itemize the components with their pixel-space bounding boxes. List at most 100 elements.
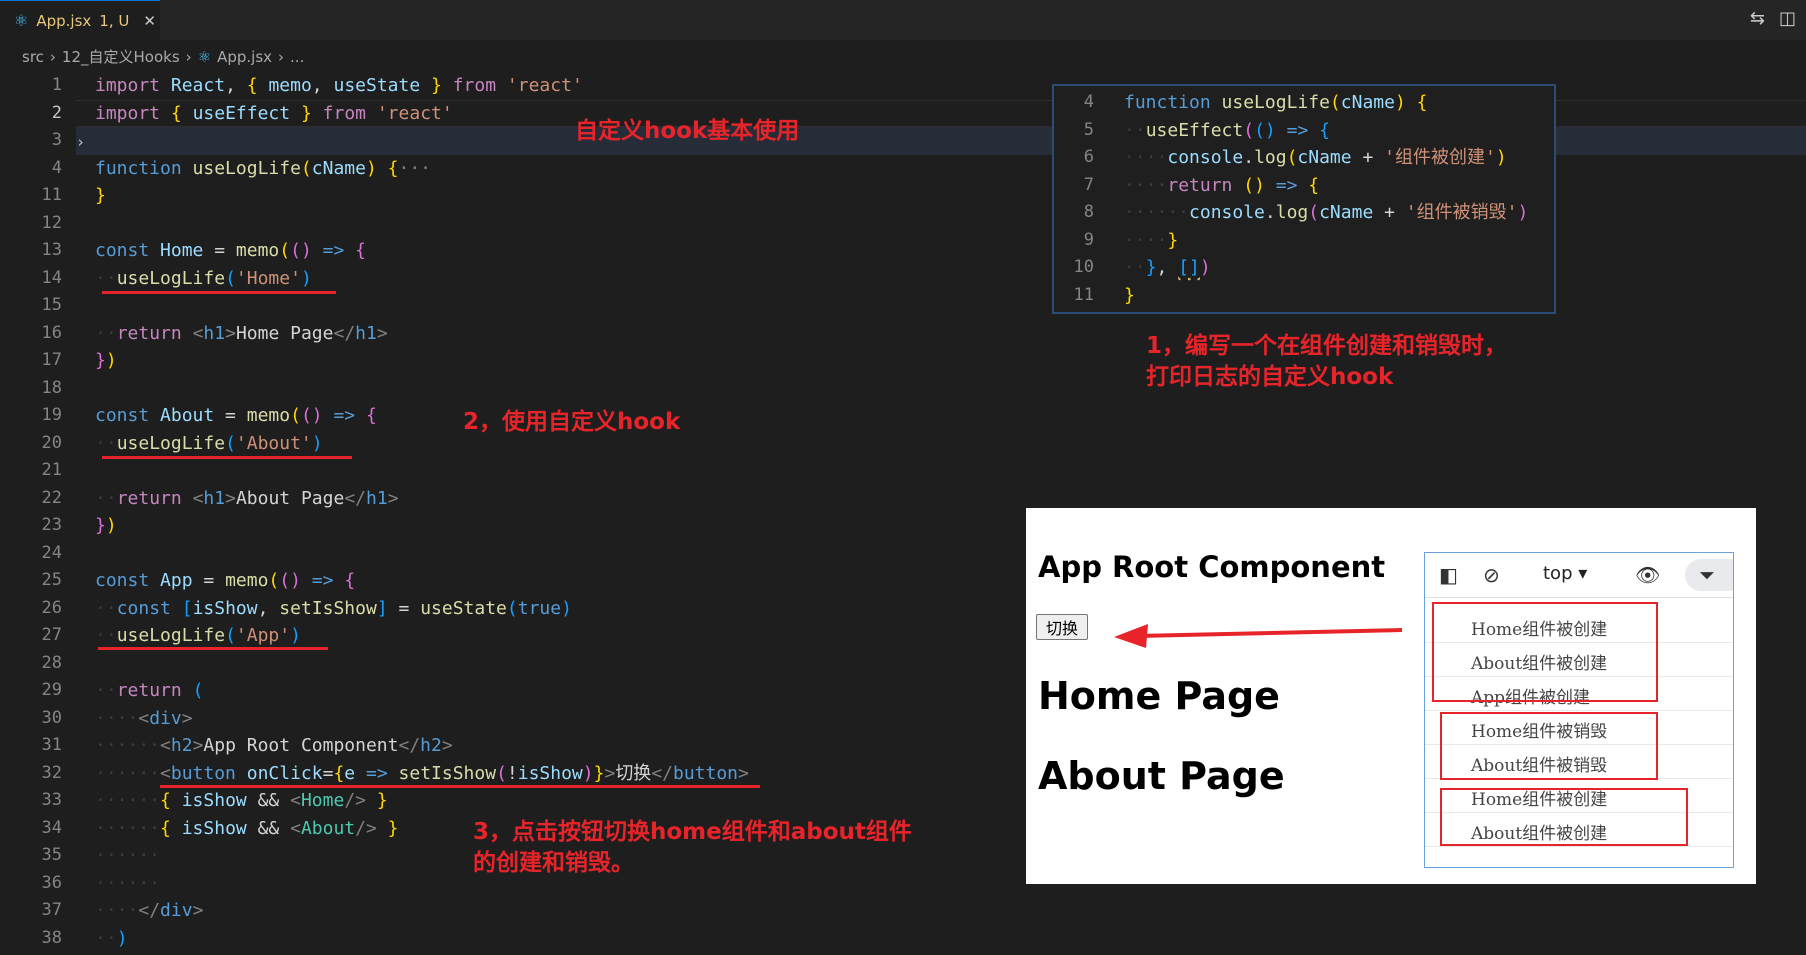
code-line: ····console.log(cName + '组件被创建') bbox=[1124, 147, 1507, 168]
line-number: 36 bbox=[41, 872, 62, 893]
breadcrumb-folder[interactable]: 12_自定义Hooks bbox=[62, 46, 180, 67]
code-preview-popup: 4 5 6 7 8 9 10 11 function useLogLife(cName) { … bbox=[1052, 84, 1556, 314]
filter-button[interactable]: ⏷ bbox=[1685, 559, 1733, 591]
line-number: 23 bbox=[41, 515, 62, 535]
annotation-step2: 2，使用自定义hook bbox=[463, 409, 681, 435]
line-number: 18 bbox=[41, 377, 62, 398]
annotation-underline bbox=[102, 456, 352, 459]
code-line: ··}, []) bbox=[1124, 257, 1211, 278]
line-number: 17 bbox=[41, 350, 62, 370]
code-line: ····return () => { bbox=[1124, 174, 1320, 196]
line-number: 33 bbox=[41, 790, 62, 810]
code-line: const About = memo(() => { bbox=[95, 405, 377, 426]
code-line: ··return <h1>Home Page</h1> bbox=[95, 322, 388, 344]
code-line: const App = memo(() => { bbox=[95, 570, 356, 591]
sidebar-toggle-icon[interactable]: ◧ bbox=[1439, 563, 1458, 587]
annotation-box bbox=[1440, 712, 1658, 780]
split-editor-icon[interactable]: ◫ bbox=[1779, 8, 1796, 29]
line-number: 7 bbox=[1083, 174, 1094, 195]
line-number: 34 bbox=[41, 817, 62, 838]
tab-app-jsx[interactable]: ⚛ App.jsx 1, U ✕ bbox=[0, 0, 160, 40]
line-number: 11 bbox=[1073, 284, 1094, 305]
code-line: ······{ isShow && <Home/> } bbox=[95, 790, 388, 811]
code-line: import React, { memo, useState } from 'r… bbox=[95, 75, 583, 96]
line-number: 31 bbox=[41, 735, 62, 755]
line-number: 29 bbox=[41, 680, 62, 700]
code-line: } bbox=[1124, 284, 1135, 306]
line-number: 19 bbox=[41, 405, 62, 425]
line-number: 15 bbox=[41, 295, 62, 315]
clear-console-icon[interactable]: ⊘ bbox=[1483, 563, 1500, 587]
code-line: ······console.log(cName + '组件被销毁') bbox=[1124, 202, 1529, 223]
annotation-underline bbox=[98, 647, 328, 650]
line-number: 9 bbox=[1083, 229, 1094, 250]
code-line: ······ bbox=[95, 872, 161, 894]
code-line: ····</div> bbox=[95, 900, 204, 921]
code-line: ··useLogLife('Home') bbox=[95, 267, 312, 289]
line-number: 21 bbox=[41, 460, 62, 480]
tab-filename: App.jsx bbox=[36, 11, 92, 30]
line-number: 30 bbox=[41, 707, 62, 728]
code-line: ······<button onClick={e => setIsShow(!i… bbox=[95, 762, 749, 784]
annotation-box bbox=[1440, 788, 1688, 846]
code-line: const Home = memo(() => { bbox=[95, 240, 367, 261]
annotation-step1-line2: 打印日志的自定义hook bbox=[1146, 364, 1394, 390]
chevron-right-icon: › bbox=[278, 47, 285, 66]
code-line: ··useLogLife('About') bbox=[95, 432, 323, 454]
code-line: ······ bbox=[95, 845, 161, 866]
breadcrumb: src › 12_自定义Hooks › ⚛ App.jsx › ... bbox=[22, 46, 304, 67]
about-page-heading: About Page bbox=[1038, 754, 1285, 798]
line-number: 28 bbox=[41, 652, 62, 673]
annotation-step3-line2: 的创建和销毁。 bbox=[473, 850, 634, 876]
annotation-step3-line1: 3，点击按钮切换home组件和about组件 bbox=[473, 819, 912, 845]
code-line: ······<h2>App Root Component</h2> bbox=[95, 735, 453, 756]
line-number: 20 bbox=[41, 432, 62, 453]
code-line: function useLogLife(cName) {··· bbox=[95, 157, 431, 179]
compare-changes-icon[interactable]: ⇆ bbox=[1750, 8, 1765, 29]
line-number: 12 bbox=[41, 212, 62, 233]
annotation-box bbox=[1432, 602, 1658, 702]
code-line: }) bbox=[95, 515, 117, 536]
line-number: 27 bbox=[41, 625, 62, 645]
annotation-title: 自定义hook基本使用 bbox=[575, 118, 800, 144]
line-number: 10 bbox=[1073, 257, 1094, 277]
console-toolbar: ◧ ⊘ top ▾ 👁 ⏷ bbox=[1425, 553, 1733, 598]
code-line: ··return ( bbox=[95, 680, 204, 701]
line-number: 3 bbox=[51, 130, 62, 150]
toggle-button[interactable]: 切换 bbox=[1036, 614, 1088, 640]
tab-status: 1, U bbox=[99, 11, 130, 30]
eye-icon[interactable]: 👁 bbox=[1635, 563, 1660, 587]
breadcrumb-src[interactable]: src bbox=[22, 48, 44, 66]
code-line: ······{ isShow && <About/> } bbox=[95, 817, 399, 839]
line-number: 37 bbox=[41, 900, 62, 920]
code-line: }) bbox=[95, 350, 117, 371]
tab-bar: ⚛ App.jsx 1, U ✕ ⇆ ◫ bbox=[0, 0, 1806, 40]
close-icon[interactable]: ✕ bbox=[143, 12, 156, 30]
code-line: } bbox=[95, 185, 106, 206]
annotation-arrow bbox=[1114, 624, 1403, 648]
react-icon: ⚛ bbox=[14, 11, 29, 30]
annotation-underline bbox=[160, 785, 760, 788]
code-line: ····<div> bbox=[95, 707, 193, 729]
code-line: ··useLogLife('App') bbox=[95, 625, 301, 646]
line-number: 5 bbox=[1083, 119, 1094, 140]
line-number: 4 bbox=[1083, 92, 1094, 112]
chevron-right-icon[interactable]: › bbox=[76, 133, 85, 151]
code-line: ····} bbox=[1124, 229, 1179, 251]
line-number: 38 bbox=[41, 927, 62, 948]
line-number: 14 bbox=[41, 267, 62, 288]
code-line: ··const [isShow, setIsShow] = useState(t… bbox=[95, 597, 572, 619]
chevron-right-icon: › bbox=[185, 47, 192, 66]
context-selector[interactable]: top ▾ bbox=[1543, 563, 1587, 584]
chevron-right-icon: › bbox=[49, 47, 56, 66]
editor-actions: ⇆ ◫ bbox=[1750, 8, 1796, 29]
code-line: function useLogLife(cName) { bbox=[1124, 92, 1428, 113]
line-number: 25 bbox=[41, 570, 62, 590]
line-number: 22 bbox=[41, 487, 62, 508]
breadcrumb-symbol[interactable]: ... bbox=[290, 48, 304, 66]
code-line: ··return <h1>About Page</h1> bbox=[95, 487, 399, 509]
line-number: 6 bbox=[1083, 147, 1094, 167]
breadcrumb-file[interactable]: App.jsx bbox=[217, 48, 272, 66]
line-number: 16 bbox=[41, 322, 62, 343]
home-page-heading: Home Page bbox=[1038, 674, 1280, 718]
